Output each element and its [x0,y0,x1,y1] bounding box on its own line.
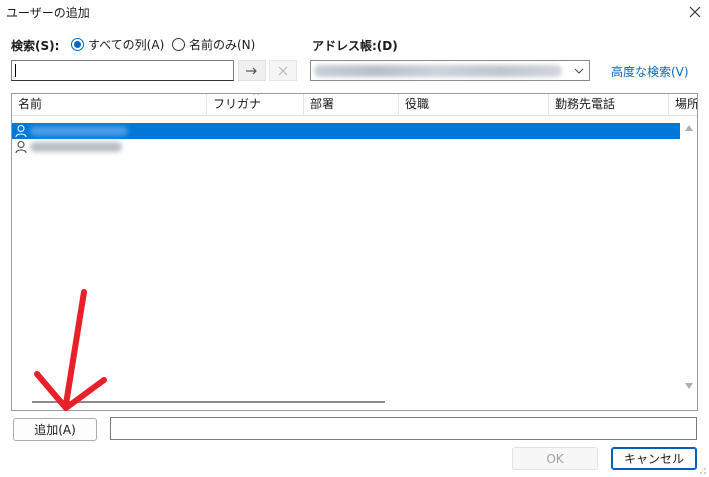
column-header-name[interactable]: 名前 [12,94,207,115]
chevron-down-icon [572,63,586,78]
selected-users-field[interactable] [110,417,697,440]
ok-button[interactable]: OK [512,447,598,470]
scroll-up-icon[interactable] [685,125,693,131]
list-header: 名前 フリガナ 部署 役職 勤務先電話 場所 ^ [12,94,697,116]
add-button[interactable]: 追加(A) [13,418,97,441]
column-header-work-phone[interactable]: 勤務先電話 [549,94,669,115]
addressbook-label: アドレス帳:(D) [312,39,398,53]
person-icon [15,141,27,154]
search-label: 検索(S): [11,39,60,53]
user-name-obscured [30,126,128,136]
window-title: ユーザーの追加 [6,6,90,20]
column-header-location[interactable]: 場所 [669,94,697,115]
column-header-title[interactable]: 役職 [399,94,549,115]
radio-all-columns[interactable]: すべての列(A) [71,36,164,53]
radio-all-columns-label: すべての列(A) [88,38,165,52]
radio-unselected-icon [172,38,185,51]
radio-name-only[interactable]: 名前のみ(N) [172,36,255,53]
user-name-obscured [30,142,122,152]
column-header-department[interactable]: 部署 [304,94,399,115]
list-item[interactable] [12,139,680,155]
close-icon[interactable] [684,1,706,23]
user-list[interactable]: 名前 フリガナ 部署 役職 勤務先電話 場所 ^ [11,93,698,411]
cancel-button[interactable]: キャンセル [611,447,697,470]
search-clear-button[interactable] [269,60,297,81]
addressbook-value-obscured [314,65,562,77]
advanced-search-link[interactable]: 高度な検索(V) [611,63,689,80]
text-caret [15,64,16,77]
addressbook-dropdown[interactable] [310,60,590,81]
vertical-scrollbar[interactable] [682,117,697,410]
list-item[interactable] [12,123,680,139]
resize-grip-icon[interactable] [697,465,707,475]
horizontal-scrollbar-thumb[interactable] [32,401,385,403]
arrow-right-icon [246,67,257,74]
search-input[interactable] [11,60,234,81]
clear-icon [278,66,288,75]
person-icon [15,125,27,138]
scroll-down-icon[interactable] [685,383,693,389]
radio-selected-icon [71,38,84,51]
search-go-button[interactable] [238,60,266,81]
radio-name-only-label: 名前のみ(N) [189,38,256,52]
sort-ascending-icon: ^ [252,93,261,102]
